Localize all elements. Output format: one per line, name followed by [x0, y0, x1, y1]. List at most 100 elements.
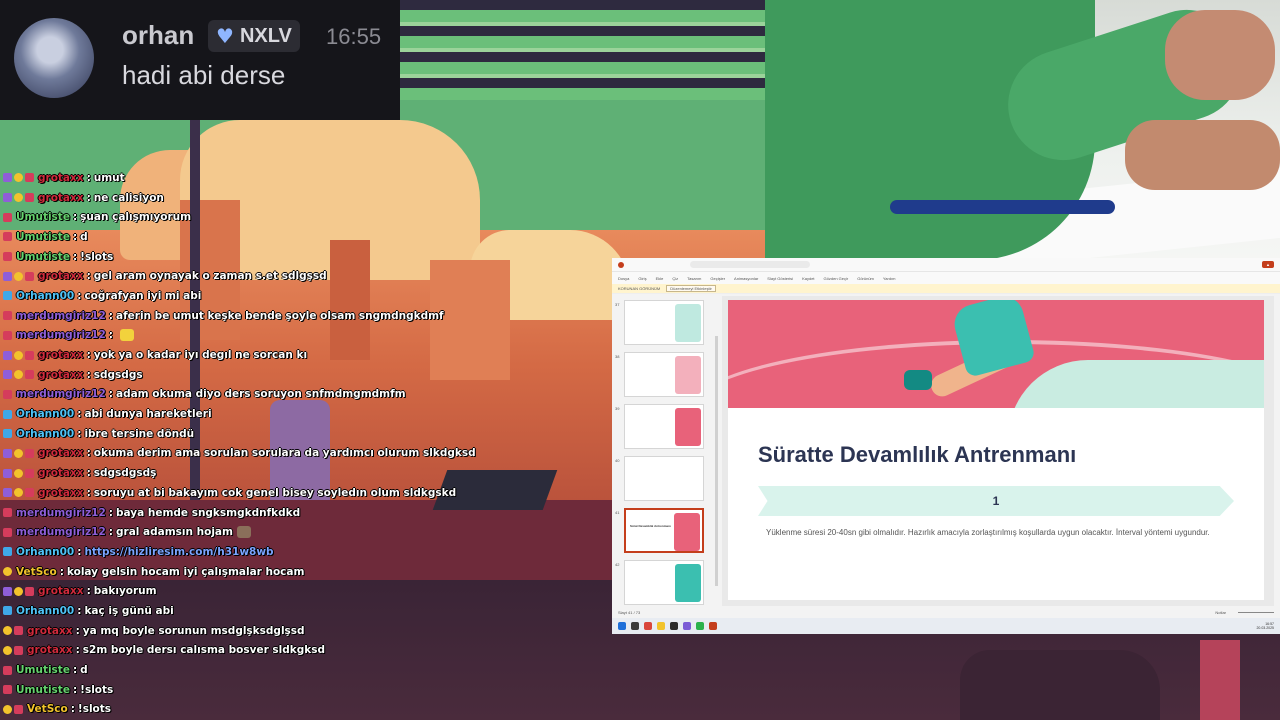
- chat-username[interactable]: Orhann00: [16, 605, 74, 617]
- highlighted-message: orhan ♥ NXLV 16:55 hadi abi derse: [0, 0, 400, 120]
- slide-thumbnail-row[interactable]: 38: [612, 352, 712, 400]
- chat-username[interactable]: grotaxx: [38, 369, 84, 381]
- ribbon-tab[interactable]: Dosya: [618, 276, 629, 281]
- mod-badge-icon: [3, 212, 12, 222]
- folder-icon[interactable]: [657, 622, 665, 630]
- ribbon-tab[interactable]: Tasarım: [687, 276, 701, 281]
- slide-thumbnail-row[interactable]: 39: [612, 404, 712, 452]
- chat-link[interactable]: https://hizliresim.com/h31w8wb: [84, 546, 273, 558]
- chat-username[interactable]: grotaxx: [38, 270, 84, 282]
- one-badge-icon: [14, 271, 23, 281]
- chat-username[interactable]: grotaxx: [27, 625, 73, 637]
- chat-username[interactable]: grotaxx: [38, 192, 84, 204]
- chat-message: grotaxx: yok ya o kadar iyı degıl ne sorc…: [3, 345, 423, 365]
- slide-step-number: 1: [992, 494, 1000, 508]
- chat-username[interactable]: grotaxx: [38, 585, 84, 597]
- slide-thumbnail[interactable]: Sürat Devamlılık Antrenmanı: [624, 508, 704, 553]
- ribbon-tab[interactable]: Yardım: [883, 276, 896, 281]
- ribbon-tab[interactable]: Giriş: [638, 276, 646, 281]
- mod-badge-icon: [3, 311, 12, 321]
- chat-username[interactable]: Orhann00: [16, 546, 74, 558]
- chat-username[interactable]: Umutiste: [16, 211, 70, 223]
- emote-icon: [120, 329, 134, 342]
- chat-username[interactable]: Umutiste: [16, 664, 70, 676]
- slide-number-band: 1: [758, 486, 1234, 516]
- ribbon-tab[interactable]: Görünüm: [857, 276, 874, 281]
- chat-message: grotaxx: sdgsdgsdş: [3, 463, 423, 483]
- slide-thumbnail-row[interactable]: 41 Sürat Devamlılık Antrenmanı: [612, 508, 712, 556]
- chat-username[interactable]: merdumgiriz12: [16, 329, 106, 341]
- vip-badge-icon: [3, 291, 12, 301]
- mod-badge-icon: [25, 193, 34, 203]
- chat-message: Umutiste: şuan çalışmıyorum: [3, 207, 423, 227]
- enable-editing-button[interactable]: Düzenlemeyi Etkinleştir: [666, 285, 716, 292]
- slide-thumbnail[interactable]: [624, 404, 704, 449]
- slide-thumbnail-row[interactable]: 40: [612, 456, 712, 504]
- chat-username[interactable]: Orhann00: [16, 428, 74, 440]
- ribbon-tab[interactable]: Slayt Gösterisi: [767, 276, 793, 281]
- chat-separator: :: [108, 506, 113, 519]
- slide-thumbnail[interactable]: [624, 456, 704, 501]
- chat-message: grotaxx: gel aram oynayak o zaman s.et sd…: [3, 266, 423, 286]
- chat-overlay: grotaxx: umut grotaxx: ne calisiyon Umutiste…: [3, 168, 476, 720]
- one-badge-icon: [14, 370, 23, 380]
- zoom-slider[interactable]: [1238, 611, 1274, 613]
- chat-username[interactable]: merdumgiriz12: [16, 526, 106, 538]
- ribbon-tab[interactable]: Çiz: [672, 276, 678, 281]
- start-icon[interactable]: [618, 622, 626, 630]
- one-badge-icon: [14, 193, 23, 203]
- slide-body-text[interactable]: Yüklenme süresi 20-40sn gibi olmalıdır. …: [766, 526, 1216, 540]
- discord-icon[interactable]: [683, 622, 691, 630]
- slide-thumbnail-row[interactable]: 42: [612, 560, 712, 608]
- chat-username[interactable]: grotaxx: [38, 172, 84, 184]
- chat-username[interactable]: Umutiste: [16, 231, 70, 243]
- chat-username[interactable]: grotaxx: [38, 487, 84, 499]
- chat-username[interactable]: merdumgiriz12: [16, 388, 106, 400]
- chat-username[interactable]: grotaxx: [38, 349, 84, 361]
- slide-thumbnail[interactable]: [624, 352, 704, 397]
- ppt-ribbon-tabs: Dosya Giriş Ekle Çiz Tasarım Geçişler Animasyo…: [612, 272, 1280, 284]
- taskbar-clock: 16:57 20.03.2025: [1256, 622, 1274, 630]
- slide-thumbnail-row[interactable]: 37: [612, 300, 712, 348]
- ppt-status-bar: Slayt 41 / 73 Notlar: [612, 606, 1280, 618]
- slide-thumbnail[interactable]: [624, 560, 704, 605]
- chat-username[interactable]: grotaxx: [38, 467, 84, 479]
- chat-username[interactable]: VetSco: [16, 566, 57, 578]
- slide-thumbnail-number: 39: [615, 406, 620, 411]
- chat-message: VetSco: !slots: [3, 700, 423, 720]
- slide-thumbnail[interactable]: [624, 300, 704, 345]
- chat-username[interactable]: Umutiste: [16, 251, 70, 263]
- notes-button[interactable]: Notlar: [1215, 610, 1226, 615]
- chat-username[interactable]: merdumgiriz12: [16, 507, 106, 519]
- thumbnail-scrollbar[interactable]: [715, 336, 718, 586]
- slide-title[interactable]: Süratte Devamlılık Antrenmanı: [758, 442, 1076, 468]
- ribbon-tab[interactable]: Gözden Geçir: [824, 276, 849, 281]
- chat-username[interactable]: Orhann00: [16, 290, 74, 302]
- chat-username[interactable]: Umutiste: [16, 684, 70, 696]
- ribbon-tab[interactable]: Kaydet: [802, 276, 814, 281]
- ribbon-tab[interactable]: Ekle: [656, 276, 664, 281]
- spotify-icon[interactable]: [696, 622, 704, 630]
- ribbon-tab[interactable]: Animasyonlar: [734, 276, 758, 281]
- chat-separator: :: [72, 683, 78, 696]
- obs-icon[interactable]: [670, 622, 678, 630]
- protected-view-bar: KORUNAN GÖRÜNÜM Düzenlemeyi Etkinleştir: [612, 284, 1280, 294]
- vip-badge-icon: [3, 547, 12, 557]
- one-badge-icon: [14, 350, 23, 360]
- chat-username[interactable]: merdumgiriz12: [16, 310, 106, 322]
- chat-separator: :: [59, 565, 64, 578]
- chat-username[interactable]: VetSco: [27, 703, 68, 715]
- search-icon[interactable]: [631, 622, 639, 630]
- search-input[interactable]: [690, 261, 810, 268]
- powerpoint-icon[interactable]: [709, 622, 717, 630]
- slide-thumbnail-pane: 37 38 39 40 41 Sürat Devamlılık Antrenmanı 42: [612, 296, 712, 606]
- chat-username[interactable]: grotaxx: [38, 447, 84, 459]
- thumbnail-image: [675, 460, 701, 498]
- share-button[interactable]: ▲: [1262, 261, 1274, 268]
- browser-icon[interactable]: [644, 622, 652, 630]
- vip-badge-icon: [3, 606, 12, 616]
- ribbon-tab[interactable]: Geçişler: [710, 276, 725, 281]
- chat-username[interactable]: grotaxx: [27, 644, 73, 656]
- one-badge-icon: [3, 704, 12, 714]
- chat-username[interactable]: Orhann00: [16, 408, 74, 420]
